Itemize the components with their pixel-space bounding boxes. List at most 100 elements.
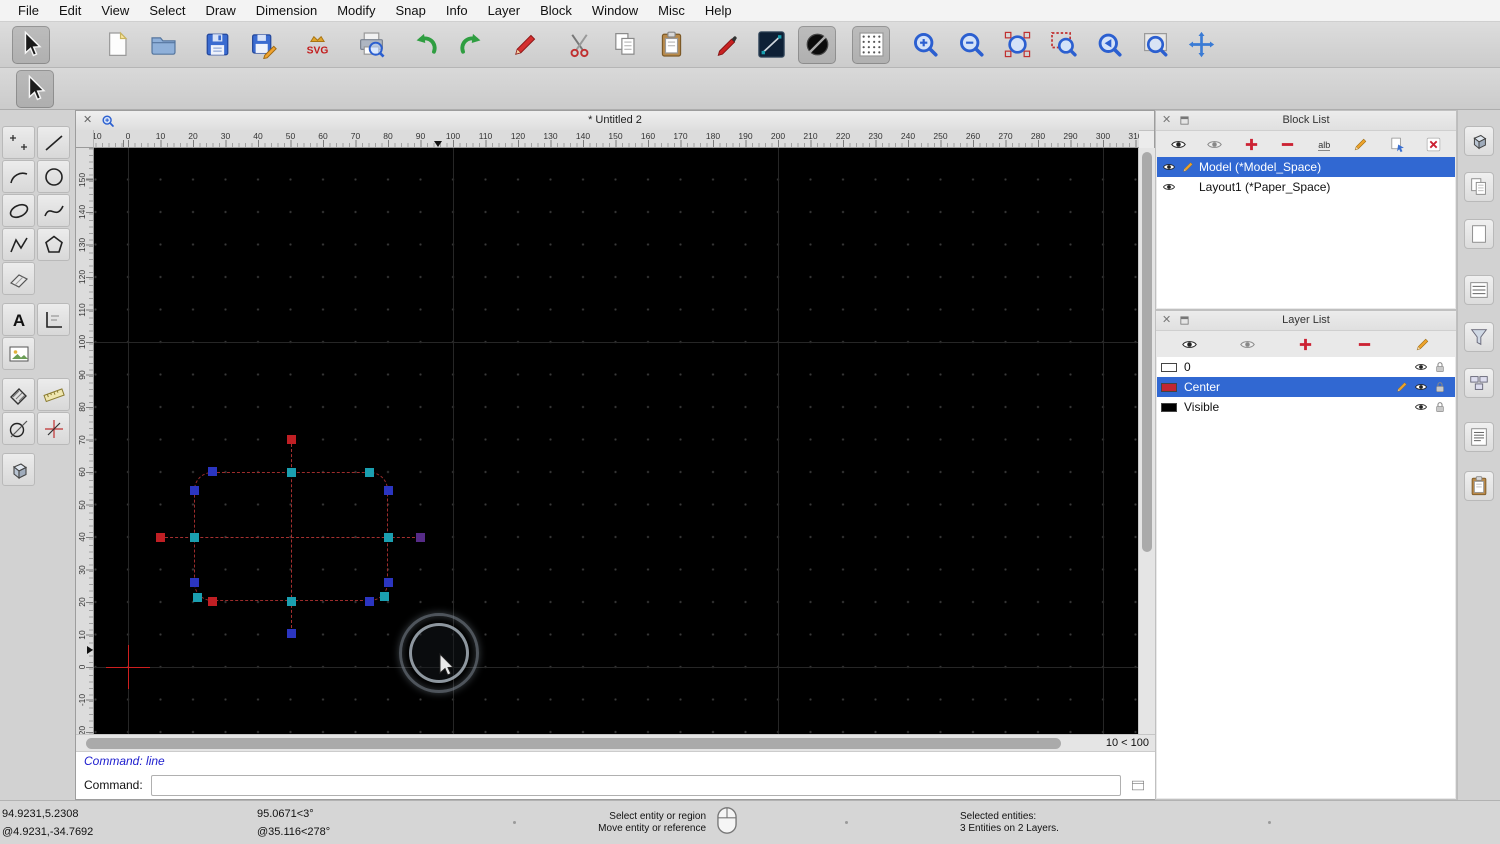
horizontal-scrollbar[interactable]: 10 < 100 <box>76 734 1155 751</box>
selection-handle[interactable] <box>379 591 389 601</box>
layer-list-item[interactable]: Center <box>1157 377 1455 397</box>
selection-handle[interactable] <box>364 596 374 606</box>
menu-snap[interactable]: Snap <box>386 0 436 21</box>
vertical-scrollbar[interactable] <box>1138 148 1155 734</box>
selection-handle[interactable] <box>383 577 393 587</box>
selection-handle[interactable] <box>286 596 296 606</box>
grid-toggle-button[interactable] <box>852 25 890 64</box>
selection-handle[interactable] <box>207 596 217 606</box>
zoom-out-button[interactable] <box>952 26 990 64</box>
menu-draw[interactable]: Draw <box>195 0 245 21</box>
draw-line-button[interactable] <box>37 126 70 159</box>
remove-block-button[interactable] <box>1274 133 1302 155</box>
block-list-close-icon[interactable]: ✕ <box>1162 111 1171 130</box>
menu-modify[interactable]: Modify <box>327 0 385 21</box>
edit-entity-button[interactable] <box>506 26 544 64</box>
draw-text-button[interactable]: A <box>2 303 35 336</box>
layer-list-item[interactable]: 0 <box>1157 357 1455 377</box>
dock-toggle-1-button[interactable] <box>1464 126 1494 156</box>
block-list-item[interactable]: Layout1 (*Paper_Space) <box>1157 177 1455 197</box>
dock-toggle-3-button[interactable] <box>1464 219 1494 249</box>
undo-button[interactable] <box>406 26 444 64</box>
current-pen-button[interactable] <box>752 26 790 64</box>
horizontal-scrollbar-thumb[interactable] <box>86 738 1061 749</box>
selection-handle[interactable] <box>155 532 165 542</box>
toggle-layer-visibility-button[interactable] <box>1234 333 1262 355</box>
dock-toggle-8-button[interactable] <box>1464 471 1494 501</box>
menu-help[interactable]: Help <box>695 0 742 21</box>
draw-arc-button[interactable] <box>2 160 35 193</box>
edit-block-button[interactable] <box>1347 133 1375 155</box>
zoom-auto-button[interactable] <box>998 26 1036 64</box>
solid-views-button[interactable] <box>2 453 35 486</box>
selection-handle[interactable] <box>286 467 296 477</box>
dock-toggle-5-button[interactable] <box>1464 322 1494 352</box>
selection-handle[interactable] <box>189 485 199 495</box>
attributes-pen-button[interactable] <box>706 26 744 64</box>
draw-ellipse-button[interactable] <box>2 194 35 227</box>
rename-block-button[interactable]: alb <box>1310 133 1338 155</box>
menu-dimension[interactable]: Dimension <box>246 0 327 21</box>
paste-button[interactable] <box>652 26 690 64</box>
zoom-window-button[interactable] <box>1044 26 1082 64</box>
print-preview-button[interactable] <box>352 26 390 64</box>
menu-window[interactable]: Window <box>582 0 648 21</box>
selection-handle[interactable] <box>189 577 199 587</box>
open-drawing-button[interactable] <box>144 26 182 64</box>
no-fill-mode-button[interactable] <box>798 25 836 64</box>
block-list-item[interactable]: Model (*Model_Space) <box>1157 157 1455 177</box>
menu-misc[interactable]: Misc <box>648 0 695 21</box>
draw-polyline-button[interactable] <box>2 228 35 261</box>
centerline-horizontal[interactable] <box>160 537 420 538</box>
remove-layer-button[interactable] <box>1350 333 1378 355</box>
select-arrow-button[interactable] <box>16 69 54 108</box>
export-svg-button[interactable]: SVG <box>298 26 336 64</box>
selection-handle[interactable] <box>189 532 199 542</box>
menu-info[interactable]: Info <box>436 0 478 21</box>
block-list-float-icon[interactable] <box>1179 115 1190 126</box>
dock-toggle-2-button[interactable] <box>1464 172 1494 202</box>
layer-list-item[interactable]: Visible <box>1157 397 1455 417</box>
selection-handle[interactable] <box>364 467 374 477</box>
menu-select[interactable]: Select <box>139 0 195 21</box>
insert-image-button[interactable] <box>2 337 35 370</box>
menu-layer[interactable]: Layer <box>478 0 531 21</box>
save-button[interactable] <box>198 26 236 64</box>
zoom-in-button[interactable] <box>906 26 944 64</box>
draw-point-button[interactable] <box>2 126 35 159</box>
layer-list-close-icon[interactable]: ✕ <box>1162 311 1171 330</box>
dock-toggle-6-button[interactable] <box>1464 368 1494 398</box>
draw-hatch-button[interactable] <box>2 262 35 295</box>
insert-block-button[interactable] <box>1383 133 1411 155</box>
measure-button[interactable] <box>37 378 70 411</box>
command-dock-icon[interactable] <box>1129 778 1147 793</box>
new-drawing-button[interactable] <box>98 26 136 64</box>
hatch-fill-button[interactable] <box>2 378 35 411</box>
selection-handle[interactable] <box>286 628 296 638</box>
copy-button[interactable] <box>606 26 644 64</box>
modify-tool-button[interactable] <box>2 412 35 445</box>
menu-edit[interactable]: Edit <box>49 0 91 21</box>
add-block-button[interactable] <box>1237 133 1265 155</box>
drawing-canvas[interactable] <box>94 148 1139 734</box>
redo-button[interactable] <box>452 26 490 64</box>
selection-handle[interactable] <box>286 434 296 444</box>
menu-block[interactable]: Block <box>530 0 582 21</box>
show-all-layers-button[interactable] <box>1175 333 1203 355</box>
pan-button[interactable] <box>1182 26 1220 64</box>
show-all-blocks-button[interactable] <box>1164 133 1192 155</box>
selection-handle[interactable] <box>207 466 217 476</box>
command-input[interactable] <box>150 774 1121 796</box>
dock-toggle-7-button[interactable] <box>1464 422 1494 452</box>
zoom-page-button[interactable] <box>1136 26 1174 64</box>
select-button[interactable] <box>12 25 50 64</box>
draw-circle-button[interactable] <box>37 160 70 193</box>
selection-handle[interactable] <box>383 485 393 495</box>
selection-handle[interactable] <box>192 592 202 602</box>
snap-tool-button[interactable] <box>37 412 70 445</box>
vertical-scrollbar-thumb[interactable] <box>1142 152 1152 552</box>
edit-layer-button[interactable] <box>1409 333 1437 355</box>
selection-handle[interactable] <box>415 532 425 542</box>
layer-list-float-icon[interactable] <box>1179 315 1190 326</box>
toggle-block-visibility-button[interactable] <box>1201 133 1229 155</box>
